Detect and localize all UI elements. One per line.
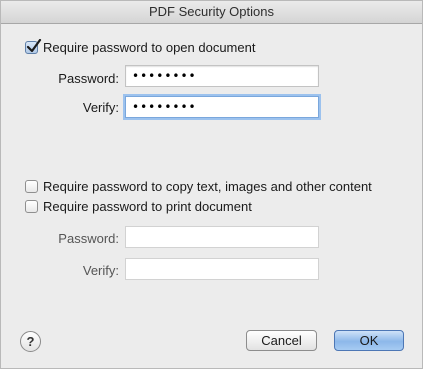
require-copy-password-checkbox[interactable] bbox=[25, 180, 38, 193]
require-open-password-label[interactable]: Require password to open document bbox=[43, 40, 255, 55]
ok-button[interactable]: OK bbox=[334, 330, 404, 351]
open-verify-label: Verify: bbox=[82, 100, 119, 115]
permissions-password-input[interactable] bbox=[126, 227, 318, 247]
require-print-password-label[interactable]: Require password to print document bbox=[43, 199, 252, 214]
checkmark-icon bbox=[26, 39, 42, 53]
open-password-label: Password: bbox=[58, 71, 119, 86]
permissions-password-label: Password: bbox=[58, 231, 119, 246]
cancel-button[interactable]: Cancel bbox=[246, 330, 317, 351]
open-password-field[interactable] bbox=[125, 65, 319, 87]
permissions-password-field[interactable] bbox=[125, 226, 319, 248]
require-copy-password-label[interactable]: Require password to copy text, images an… bbox=[43, 179, 372, 194]
question-mark-icon: ? bbox=[26, 334, 35, 349]
require-open-password-checkbox[interactable] bbox=[25, 39, 42, 54]
open-verify-input[interactable] bbox=[126, 97, 318, 117]
open-verify-field[interactable] bbox=[125, 96, 319, 118]
pdf-security-dialog: PDF Security Options Require password to… bbox=[0, 0, 423, 369]
permissions-verify-input[interactable] bbox=[126, 259, 318, 279]
require-print-password-checkbox[interactable] bbox=[25, 200, 38, 213]
permissions-verify-field[interactable] bbox=[125, 258, 319, 280]
help-button[interactable]: ? bbox=[20, 331, 41, 352]
permissions-verify-label: Verify: bbox=[82, 263, 119, 278]
open-password-input[interactable] bbox=[126, 66, 318, 86]
dialog-title: PDF Security Options bbox=[1, 1, 422, 24]
